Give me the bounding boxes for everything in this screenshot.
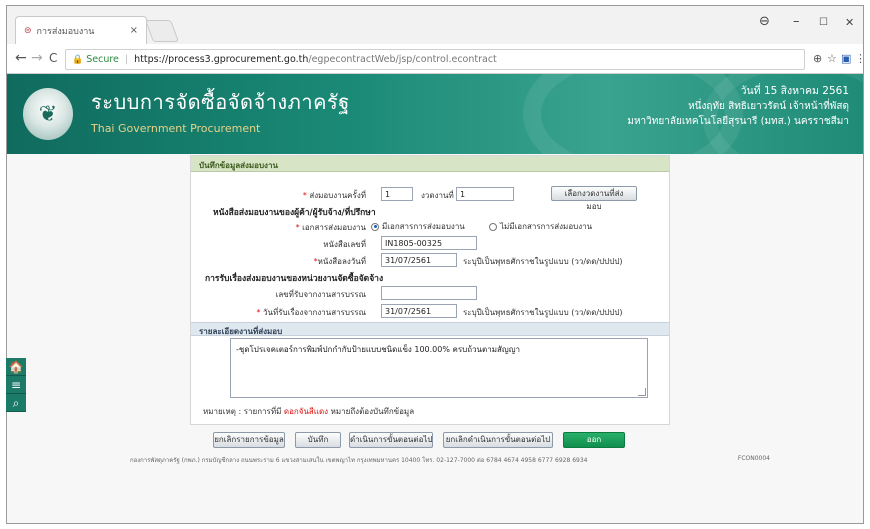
close-window-button[interactable]: ✕ [845, 16, 854, 29]
cancel-data-button[interactable]: ยกเลิกรายการข้อมูล [213, 432, 285, 448]
panel-title: บันทึกข้อมูลส่งมอบงาน [191, 156, 669, 172]
doc-option-no[interactable]: ไม่มีเอกสารการส่งมอบงาน [489, 220, 592, 233]
letter-date-hint: ระบุปีเป็นพุทธศักราชในรูปแบบ (วว/ดด/ปปปป… [463, 257, 623, 266]
reload-icon[interactable]: C [49, 51, 57, 65]
site-subtitle: Thai Government Procurement [91, 122, 261, 135]
url-path: /egpecontractWeb/jsp/control.econtract [308, 54, 497, 65]
user-name: หนึ่งฤทัย สิทธิเยาวรัตน์ เจ้าหน้าที่พัสด… [688, 101, 849, 112]
side-toolbar: 🏠 ≡ ⌕ [6, 358, 26, 412]
radio-selected-icon[interactable] [371, 222, 379, 231]
save-button[interactable]: บันทึก [295, 432, 341, 448]
section-vendor-letter: หนังสือส่งมอบงานของผู้ค้า/ผู้รับจ้าง/ที่… [213, 208, 376, 218]
exit-button[interactable]: ออก [563, 432, 625, 448]
maximize-button[interactable]: ☐ [819, 17, 828, 28]
section-agency-receive: การรับเรื่องส่งมอบงานของหน่วยงานจัดซื้อจ… [205, 274, 384, 284]
detail-section-title: รายละเอียดงานที่ส่งมอบ [191, 322, 669, 336]
account-icon[interactable]: ⊖ [759, 14, 770, 29]
zoom-icon[interactable]: ⊕ [813, 52, 822, 65]
bookmark-star-icon[interactable]: ☆ [827, 52, 837, 65]
letter-date-field[interactable]: 31/07/2561 [381, 253, 457, 267]
footer-text: กองการพัสดุภาครัฐ (กพภ.) กรมบัญชีกลาง ถน… [130, 457, 588, 464]
footer: กองการพัสดุภาครัฐ (กพภ.) กรมบัญชีกลาง ถน… [130, 455, 770, 465]
minimize-button[interactable]: – [793, 14, 800, 29]
detail-text: -ชุดโปรเจคเตอร์การพิมพ์ปกกำกับป้ายแบบชนิ… [236, 345, 520, 354]
browser-tab[interactable]: ⊜ การส่งมอบงาน × [15, 16, 147, 44]
secure-label: Secure [86, 54, 119, 65]
letter-date-label: *หนังสือลงวันที่ [313, 257, 366, 266]
letter-no-label: หนังสือเลขที่ [323, 240, 366, 249]
home-icon[interactable]: 🏠 [6, 358, 26, 376]
tab-title: การส่งมอบงาน [36, 26, 95, 37]
detail-textarea[interactable]: -ชุดโปรเจคเตอร์การพิมพ์ปกกำกับป้ายแบบชนิ… [230, 338, 648, 398]
resize-grip-icon[interactable] [638, 388, 646, 396]
radio-empty-icon[interactable] [489, 222, 497, 231]
proceed-button[interactable]: ดำเนินการขั้นตอนต่อไป [349, 432, 433, 448]
site-banner: ❦ ระบบการจัดซื้อจัดจ้างภาครัฐ Thai Gover… [7, 74, 863, 154]
doc-option-yes[interactable]: มีเอกสารการส่งมอบงาน [371, 220, 465, 233]
delivery-no-label: * ส่งมอบงานครั้งที่ [302, 191, 366, 200]
receive-no-field[interactable] [381, 286, 477, 300]
receive-date-hint: ระบุปีเป็นพุทธศักราชในรูปแบบ (วว/ดด/ปปปป… [463, 308, 623, 317]
extension-icon[interactable]: ▣ [841, 52, 851, 65]
cancel-proceed-button[interactable]: ยกเลิกดำเนินการขั้นตอนต่อไป [443, 432, 553, 448]
current-date: วันที่ 15 สิงหาคม 2561 [740, 85, 849, 97]
menu-icon[interactable]: ≡ [6, 376, 26, 394]
url-field[interactable]: 🔒 Secure | https://process3.gprocurement… [65, 49, 805, 70]
letter-no-field[interactable]: IN1805-00325 [381, 236, 477, 250]
url-host: https://process3.gprocurement.go.th [134, 54, 309, 65]
select-period-button[interactable]: เลือกงวดงานที่ส่งมอบ [551, 186, 637, 211]
user-org: มหาวิทยาลัยเทคโนโลยีสุรนารี (มทส.) นครรา… [627, 116, 849, 127]
new-tab-button[interactable] [144, 20, 180, 42]
required-note: หมายเหตุ : รายการที่มี ดอกจันสีแดง หมายถ… [203, 407, 415, 416]
egp-favicon-icon: ⊜ [24, 25, 32, 36]
user-info: วันที่ 15 สิงหาคม 2561 หนึ่งฤทัย สิทธิเย… [627, 84, 849, 129]
forward-icon[interactable]: → [31, 50, 43, 66]
search-icon[interactable]: ⌕ [6, 394, 26, 412]
title-bar: ⊜ การส่งมอบงาน × ⊖ – ☐ ✕ [7, 6, 863, 44]
site-title: ระบบการจัดซื้อจัดจ้างภาครัฐ [91, 90, 350, 114]
url-separator: | [124, 54, 129, 65]
page-code: FCON0004 [737, 455, 770, 462]
delivery-no-field[interactable]: 1 [381, 187, 413, 201]
period-label: งวดงานที่ [421, 191, 454, 200]
close-tab-icon[interactable]: × [130, 25, 138, 36]
period-no-field[interactable]: 1 [456, 187, 514, 201]
receive-date-label: * วันที่รับเรื่องจากงานสารบรรณ [256, 308, 366, 317]
back-icon[interactable]: ← [15, 50, 27, 66]
receive-no-label: เลขที่รับจากงานสารบรรณ [275, 290, 366, 299]
delivery-form-panel: บันทึกข้อมูลส่งมอบงาน * ส่งมอบงานครั้งที… [190, 155, 670, 425]
browser-menu-icon[interactable]: ⋮ [855, 52, 863, 65]
address-bar: ← → C 🔒 Secure | https://process3.gprocu… [7, 44, 863, 74]
receive-date-field[interactable]: 31/07/2561 [381, 304, 457, 318]
garuda-seal-icon: ❦ [23, 88, 73, 140]
lock-icon: 🔒 [72, 54, 84, 65]
doc-label: * เอกสารส่งมอบงาน [295, 223, 366, 232]
